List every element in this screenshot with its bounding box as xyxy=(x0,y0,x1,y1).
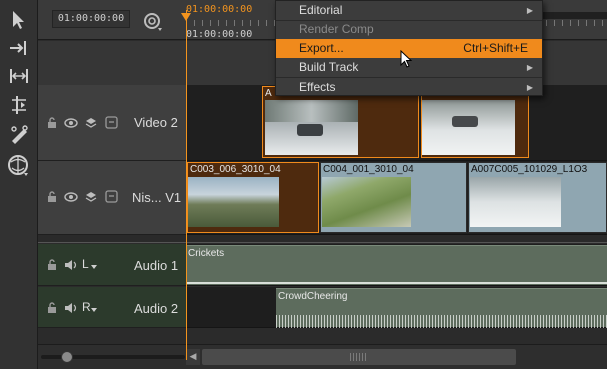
menu-item-label: Editorial xyxy=(299,3,343,17)
clip-name: C003_006_3010_04 xyxy=(190,164,281,175)
clip-thumbnail xyxy=(188,177,279,227)
menu-item-effects[interactable]: Effects ▶ xyxy=(276,78,542,97)
timeline-clip[interactable]: C004_001_3010_04 xyxy=(320,162,467,233)
audio-clip[interactable]: Crickets xyxy=(187,245,607,285)
clip-name: CrowdCheering xyxy=(278,291,348,302)
track-header-video1[interactable]: Nis... V1 xyxy=(38,161,186,235)
visibility-eye-icon[interactable] xyxy=(64,116,78,130)
timeline-clip[interactable]: C003_006_3010_04 xyxy=(187,162,319,233)
timeline-clip[interactable]: A007C005_101029_L1O3 xyxy=(468,162,607,233)
horizontal-scrollbar-thumb[interactable] xyxy=(202,349,516,365)
context-menu: Editorial ▶ Render Comp Export... Ctrl+S… xyxy=(275,0,543,96)
channel-selector[interactable]: L xyxy=(82,257,89,271)
slip-tool-icon[interactable] xyxy=(5,92,33,118)
ruler-bar xyxy=(542,12,607,19)
snap-icon[interactable] xyxy=(142,11,164,33)
layers-icon[interactable] xyxy=(84,190,98,204)
clip-name: A xyxy=(265,88,272,99)
scroll-left-arrow[interactable]: ◀ xyxy=(186,349,200,365)
track-header-audio2[interactable]: R Audio 2 xyxy=(38,287,186,328)
track-name: Nis... V1 xyxy=(132,190,182,205)
chevron-down-icon[interactable] xyxy=(91,308,97,312)
menu-item-label: Render Comp xyxy=(299,22,374,36)
speaker-icon[interactable] xyxy=(64,301,78,315)
clip-thumbnail xyxy=(422,100,515,155)
audio-clip[interactable]: CrowdCheering xyxy=(276,288,607,328)
lock-icon[interactable] xyxy=(45,258,59,272)
track-header-audio1[interactable]: L Audio 1 xyxy=(38,244,186,286)
current-timecode[interactable]: 01:00:00:00 xyxy=(52,10,130,28)
clip-thumbnail xyxy=(322,177,411,227)
menu-item-label: Effects xyxy=(299,80,336,94)
visibility-eye-icon[interactable] xyxy=(64,190,78,204)
submenu-arrow-icon: ▶ xyxy=(526,6,533,15)
trim-tool-icon[interactable] xyxy=(5,63,33,89)
clip-name: C004_001_3010_04 xyxy=(323,164,414,175)
clip-thumbnail xyxy=(470,177,561,227)
track-name: Audio 2 xyxy=(134,301,179,316)
mouse-cursor-icon xyxy=(400,49,414,70)
channel-selector[interactable]: R xyxy=(82,300,91,314)
menu-item-label: Export... xyxy=(299,41,344,55)
submenu-arrow-icon: ▶ xyxy=(526,83,533,92)
multi-view-tool-icon[interactable] xyxy=(5,153,33,179)
video-audio-divider[interactable] xyxy=(38,235,607,243)
lock-icon[interactable] xyxy=(45,116,59,130)
track-move-tool-icon[interactable] xyxy=(5,35,33,61)
menu-item-shortcut: Ctrl+Shift+E xyxy=(463,41,528,55)
track-name: Audio 1 xyxy=(134,258,179,273)
track-name: Video 2 xyxy=(134,115,178,130)
clip-thumbnail xyxy=(265,100,358,155)
menu-item-render-comp[interactable]: Render Comp xyxy=(276,20,542,39)
submenu-arrow-icon: ▶ xyxy=(526,63,533,72)
select-tool-icon[interactable] xyxy=(5,7,33,33)
clip-name: A007C005_101029_L1O3 xyxy=(471,164,588,175)
waveform xyxy=(187,282,607,284)
tool-palette xyxy=(0,0,38,369)
zoom-slider-handle[interactable] xyxy=(61,351,73,363)
razor-tool-icon[interactable] xyxy=(5,121,33,147)
layers-icon[interactable] xyxy=(84,116,98,130)
track-header-video2[interactable]: Video 2 xyxy=(38,85,186,161)
ruler-timecode-current: 01:00:00:00 xyxy=(186,4,253,15)
menu-item-editorial[interactable]: Editorial ▶ xyxy=(276,1,542,20)
track-options-icon[interactable] xyxy=(104,189,118,203)
lock-icon[interactable] xyxy=(45,301,59,315)
clip-name: Crickets xyxy=(188,248,225,259)
track-options-icon[interactable] xyxy=(104,115,118,129)
lock-icon[interactable] xyxy=(45,190,59,204)
menu-item-label: Build Track xyxy=(299,60,359,74)
waveform xyxy=(276,315,607,328)
chevron-down-icon[interactable] xyxy=(91,265,97,269)
speaker-icon[interactable] xyxy=(64,258,78,272)
playhead-line[interactable] xyxy=(186,10,187,360)
ruler-timecode: 01:00:00:00 xyxy=(186,29,253,40)
